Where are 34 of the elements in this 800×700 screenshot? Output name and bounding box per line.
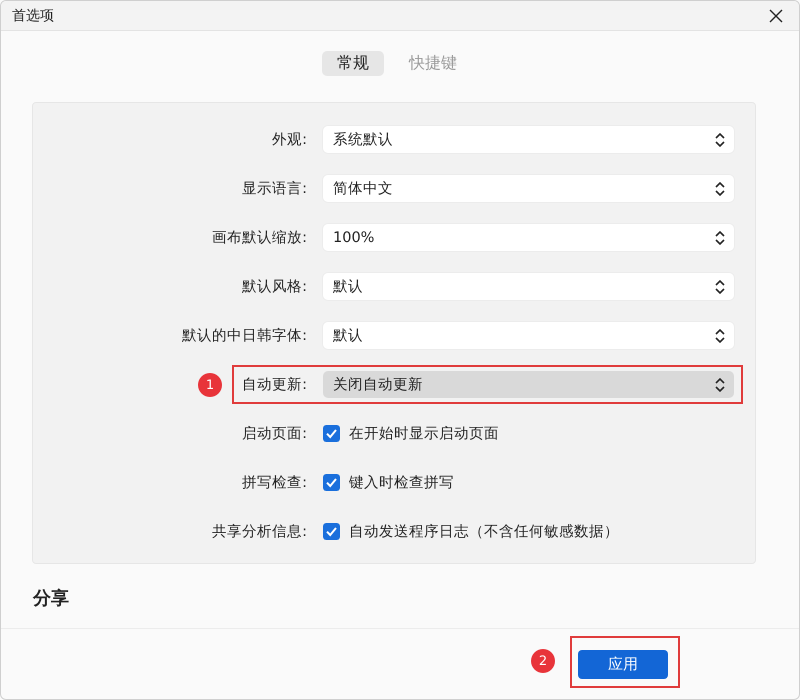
checkbox-label: 自动发送程序日志（不含任何敏感数据） bbox=[349, 523, 619, 541]
tab[interactable]: 常规 bbox=[322, 51, 384, 76]
close-icon[interactable] bbox=[769, 8, 783, 22]
chevron-updown-icon bbox=[714, 228, 726, 246]
setting-label: 共享分析信息: bbox=[212, 522, 308, 541]
setting-label: 启动页面: bbox=[242, 424, 308, 443]
apply-button[interactable]: 应用 bbox=[578, 650, 668, 678]
chevron-updown-icon bbox=[714, 130, 726, 148]
checkbox[interactable] bbox=[323, 474, 340, 491]
step-badge: 2 bbox=[531, 649, 555, 673]
chevron-updown-icon bbox=[714, 376, 726, 394]
checkbox[interactable] bbox=[323, 523, 340, 540]
chevron-updown-icon bbox=[714, 278, 726, 296]
setting-label: 拼写检查: bbox=[242, 474, 308, 492]
checkbox[interactable] bbox=[323, 425, 340, 442]
dropdown[interactable]: 系统默认 bbox=[323, 126, 734, 153]
setting-label: 自动更新: bbox=[242, 376, 308, 394]
dropdown[interactable]: 默认 bbox=[323, 322, 734, 349]
setting-label: 外观: bbox=[272, 131, 308, 149]
setting-label: 画布默认缩放: bbox=[212, 229, 308, 247]
dropdown[interactable]: 默认 bbox=[323, 273, 734, 300]
chevron-updown-icon bbox=[714, 326, 726, 344]
setting-label: 显示语言: bbox=[242, 180, 308, 198]
checkbox-label: 在开始时显示启动页面 bbox=[349, 424, 499, 443]
chevron-updown-icon bbox=[714, 180, 726, 198]
dropdown[interactable]: 100% bbox=[323, 224, 734, 251]
checkbox-label: 键入时检查拼写 bbox=[349, 474, 454, 492]
step-badge: 1 bbox=[198, 373, 222, 397]
dropdown[interactable]: 简体中文 bbox=[323, 175, 734, 202]
setting-label: 默认风格: bbox=[242, 278, 308, 296]
setting-label: 默认的中日韩字体: bbox=[182, 326, 308, 345]
dropdown[interactable]: 关闭自动更新 bbox=[323, 371, 734, 398]
section-heading: 分享 bbox=[33, 587, 69, 610]
window-title: 首选项 bbox=[12, 6, 54, 24]
